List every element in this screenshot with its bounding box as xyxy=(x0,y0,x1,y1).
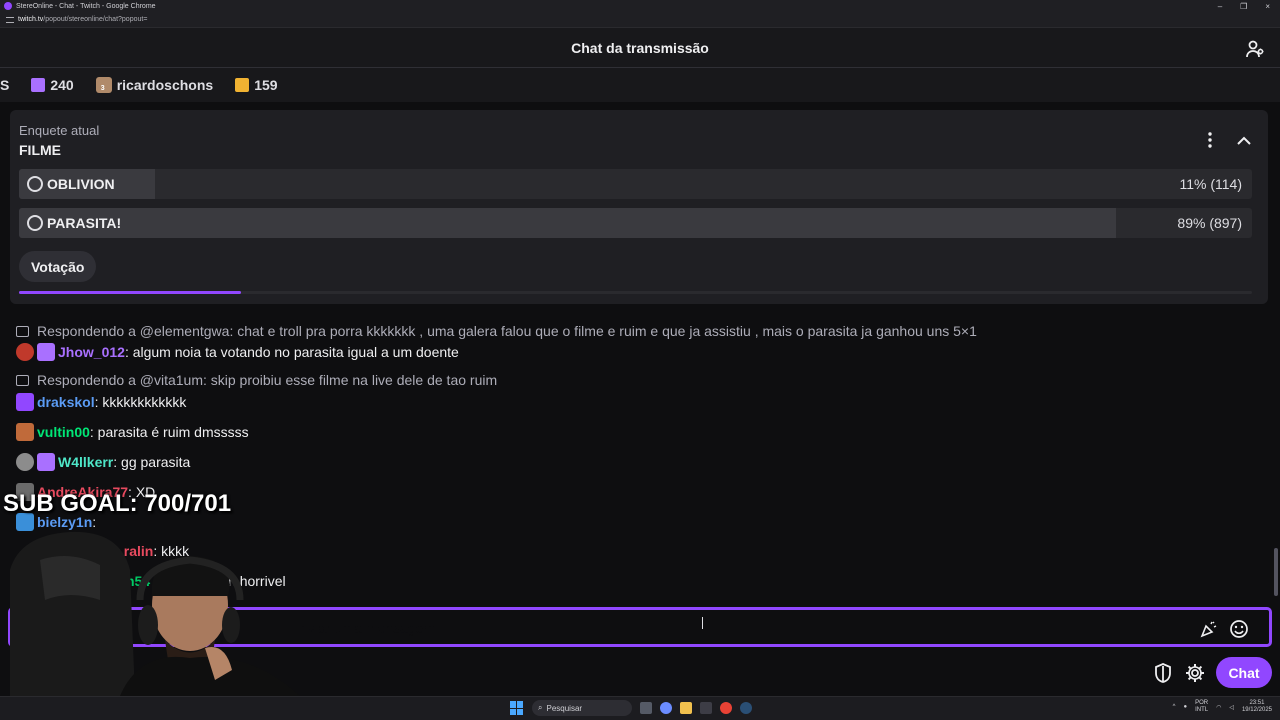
store-icon[interactable] xyxy=(700,702,712,714)
maximize-button[interactable]: ❐ xyxy=(1240,2,1247,11)
leaderboard-truncated-name: S xyxy=(0,77,10,93)
chat-message[interactable]: W4llkerr : gg parasita xyxy=(16,453,190,471)
windows-taskbar: ⌕ Pesquisar ^ ● POR INTL ◠ ◁ 23:51 19/12… xyxy=(0,696,1280,720)
gift-count: 240 xyxy=(50,77,74,93)
subscriber-badge-icon[interactable] xyxy=(16,423,34,441)
steam-icon[interactable] xyxy=(740,702,752,714)
shield-icon[interactable] xyxy=(1154,663,1172,683)
leaderboard-item[interactable]: 3 ricardoschons xyxy=(95,77,214,93)
hype-cheer-icon[interactable] xyxy=(1199,619,1219,639)
gift-icon xyxy=(235,78,250,92)
poll-choice-name: OBLIVION xyxy=(47,176,115,192)
badge-icon[interactable] xyxy=(16,453,34,471)
reply-text: Respondendo a @vita1um: skip proibiu ess… xyxy=(37,372,498,388)
system-tray: ^ ● POR INTL ◠ ◁ 23:51 19/12/2025 xyxy=(1173,700,1272,714)
sub-gifter-badge-icon[interactable] xyxy=(37,343,55,361)
reply-context[interactable]: Respondendo a @vita1um: skip proibiu ess… xyxy=(16,372,497,388)
volume-icon[interactable]: ◁ xyxy=(1229,704,1234,711)
chat-username[interactable]: Jhow_012 xyxy=(58,344,125,360)
chat-message[interactable]: drakskol : kkkkkkkkkkkk xyxy=(16,393,186,411)
reply-icon xyxy=(16,325,29,337)
poll-choice-parasita[interactable]: PARASITA! 89% (897) xyxy=(19,208,1252,238)
poll-choice-name: PARASITA! xyxy=(47,215,122,231)
task-view-icon[interactable] xyxy=(640,702,652,714)
sub-gifter-badge-icon[interactable] xyxy=(37,453,55,471)
address-bar[interactable]: twitch.tv /popout/stereonline/chat?popou… xyxy=(0,12,1280,28)
chat-username[interactable]: W4llkerr xyxy=(58,454,113,470)
reply-text: Respondendo a @elementgwa: chat e troll … xyxy=(37,323,977,339)
page-title: Chat da transmissão xyxy=(571,39,709,56)
chat-username[interactable]: drakskol xyxy=(37,394,95,410)
emoji-icon[interactable] xyxy=(1229,619,1249,639)
chat-scrollbar[interactable] xyxy=(1274,548,1278,596)
more-options-icon[interactable] xyxy=(1208,132,1212,148)
taskbar-search[interactable]: ⌕ Pesquisar xyxy=(532,700,632,716)
clock[interactable]: 23:51 19/12/2025 xyxy=(1242,700,1272,714)
chat-username[interactable]: vultin00 xyxy=(37,424,90,440)
browser-title-bar: StereOnline - Chat - Twitch - Google Chr… xyxy=(0,0,1280,12)
poll-choice-fill xyxy=(19,208,1117,238)
gift-leaderboard: S 240 3 ricardoschons 159 xyxy=(0,68,1280,102)
poll-timer-bar xyxy=(19,291,1252,294)
poll-label: Enquete atual xyxy=(19,123,100,138)
chat-send-button[interactable]: Chat xyxy=(1216,657,1272,688)
community-users-icon[interactable] xyxy=(1246,39,1266,59)
language-bottom: INTL xyxy=(1195,707,1209,713)
badge-icon[interactable] xyxy=(16,343,34,361)
windows-start-icon[interactable] xyxy=(510,701,524,715)
language-indicator[interactable]: POR INTL xyxy=(1195,700,1208,714)
chat-message[interactable]: Jhow_012 : algum noia ta votando no para… xyxy=(16,343,459,361)
microphone-icon[interactable]: ● xyxy=(1183,704,1187,710)
window-title: StereOnline - Chat - Twitch - Google Chr… xyxy=(16,2,156,10)
chat-message-text: : algum noia ta votando no parasita igua… xyxy=(124,344,459,360)
twitch-favicon-icon xyxy=(4,2,12,10)
poll-question: FILME xyxy=(19,142,61,158)
gift-icon xyxy=(31,78,46,92)
close-button[interactable]: × xyxy=(1265,2,1270,11)
chevron-up-icon[interactable]: ^ xyxy=(1173,704,1176,710)
url-path: /popout/stereonline/chat?popout= xyxy=(43,16,148,23)
window-controls: – ❐ × xyxy=(1218,2,1280,11)
clock-date: 19/12/2025 xyxy=(1241,707,1272,713)
gift-count: 159 xyxy=(254,77,278,93)
chat-message-text: : kkkkkkkkkkkk xyxy=(94,394,187,410)
taskbar-apps: ⌕ Pesquisar xyxy=(510,700,752,716)
taskbar-search-label: Pesquisar xyxy=(546,703,583,713)
leaderboard-item[interactable]: 159 xyxy=(235,77,278,93)
chat-message-text: : parasita é ruim dmsssss xyxy=(89,424,249,440)
radio-icon[interactable] xyxy=(27,176,43,192)
poll-choice-oblivion[interactable]: OBLIVION 11% (114) xyxy=(19,169,1252,199)
prime-badge-icon[interactable] xyxy=(16,393,34,411)
poll-choice-result: 89% (897) xyxy=(1177,215,1242,231)
webcam-overlay xyxy=(10,531,300,696)
text-cursor xyxy=(702,617,704,629)
url-host: twitch.tv xyxy=(18,16,44,23)
clock-time: 23:51 xyxy=(1249,700,1265,706)
chat-message-text: : gg parasita xyxy=(113,454,191,470)
chat-header: Chat da transmissão xyxy=(0,28,1280,68)
gear-icon[interactable] xyxy=(1185,663,1205,683)
leaderboard-item[interactable]: 240 xyxy=(31,77,74,93)
minimize-button[interactable]: – xyxy=(1218,2,1222,11)
poll-choice-result: 11% (114) xyxy=(1179,176,1242,192)
leaderboard-username: ricardoschons xyxy=(116,77,214,93)
poll-timer-fill xyxy=(19,291,241,294)
radio-icon[interactable] xyxy=(27,215,43,231)
chat-message[interactable]: vultin00 : parasita é ruim dmsssss xyxy=(16,423,249,441)
poll-card: Enquete atual FILME OBLIVION 11% (114) P… xyxy=(10,110,1268,304)
chevron-up-icon[interactable] xyxy=(1236,134,1252,146)
site-settings-icon[interactable] xyxy=(6,16,14,23)
language-top: POR xyxy=(1195,700,1209,706)
copilot-icon[interactable] xyxy=(660,702,672,714)
sub-goal-overlay: SUB GOAL: 700/701 xyxy=(3,490,232,517)
reply-context[interactable]: Respondendo a @elementgwa: chat e troll … xyxy=(16,323,977,339)
file-explorer-icon[interactable] xyxy=(680,702,692,714)
search-icon: ⌕ xyxy=(538,703,543,712)
reply-icon xyxy=(16,374,29,386)
rank-badge: 3 xyxy=(100,85,105,92)
wifi-icon[interactable]: ◠ xyxy=(1216,704,1221,711)
leaderboard-item[interactable]: S xyxy=(0,77,9,93)
vote-button[interactable]: Votação xyxy=(19,251,97,282)
chrome-icon[interactable] xyxy=(720,702,732,714)
